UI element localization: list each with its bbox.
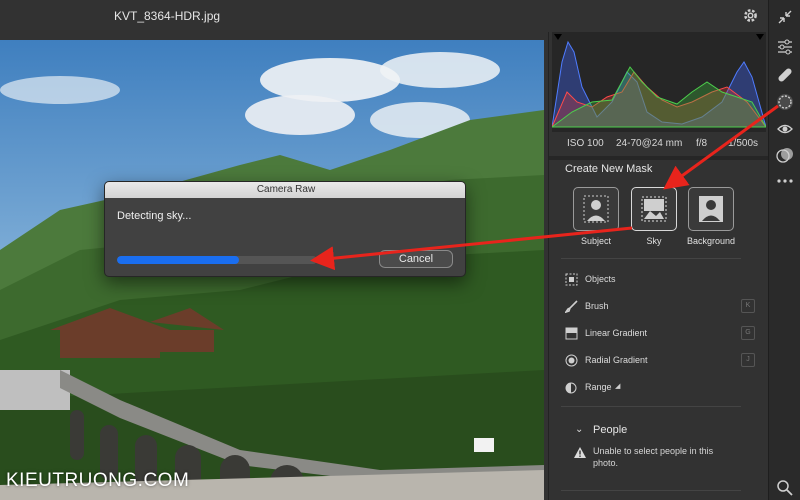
dropdown-corner-icon: ◢ [615, 383, 621, 390]
tool-label: Radial Gradient [585, 355, 648, 365]
histogram [550, 32, 768, 132]
healing-icon[interactable] [776, 66, 794, 84]
red-eye-icon[interactable] [776, 120, 794, 138]
masking-panel: ISO 100 24-70@24 mm f/8 1/500s Create Ne… [548, 32, 769, 500]
radial-gradient-icon [565, 354, 578, 367]
shortcut-key: K [741, 299, 755, 313]
zoom-icon[interactable] [776, 479, 794, 497]
collapse-icon[interactable] [776, 8, 794, 26]
sky-mask-button[interactable] [631, 187, 677, 231]
detecting-sky-dialog: Camera Raw Detecting sky... Cancel [104, 181, 466, 277]
tool-label: Objects [585, 274, 616, 284]
dialog-message: Detecting sky... [117, 210, 192, 222]
exif-iso: ISO 100 [567, 138, 604, 149]
masking-icon[interactable] [776, 93, 794, 111]
people-heading[interactable]: People [593, 424, 627, 436]
subject-mask-button[interactable] [573, 187, 619, 231]
file-title: KVT_8364-HDR.jpg [114, 9, 221, 23]
dialog-title: Camera Raw [105, 182, 465, 198]
background-mask-button[interactable] [688, 187, 734, 231]
divider [561, 490, 741, 491]
sky-mask-icon [641, 196, 667, 222]
tool-label: Range [585, 382, 612, 392]
shortcut-key: G [741, 326, 755, 340]
more-icon[interactable] [776, 172, 794, 190]
tool-linear-gradient[interactable]: Linear Gradient G [561, 325, 757, 343]
tool-label: Brush [585, 301, 609, 311]
people-warning: Unable to select people in this photo. [593, 446, 714, 468]
sky-label: Sky [646, 236, 662, 246]
tool-range[interactable]: Range ◢ [561, 379, 757, 397]
divider [549, 156, 769, 160]
exif-aperture: f/8 [696, 138, 708, 149]
presets-icon[interactable] [776, 146, 794, 164]
tool-label: Linear Gradient [585, 328, 648, 338]
tool-brush[interactable]: Brush K [561, 298, 757, 316]
chevron-down-icon[interactable]: ⌄ [575, 424, 583, 435]
exif-lens: 24-70@24 mm [616, 138, 683, 149]
warning-icon [574, 447, 586, 458]
progress-fill [117, 256, 239, 264]
tool-radial-gradient[interactable]: Radial Gradient J [561, 352, 757, 370]
exif-shutter: 1/500s [728, 138, 759, 149]
subject-mask-icon [583, 195, 609, 223]
cancel-button[interactable]: Cancel [379, 250, 453, 268]
linear-gradient-icon [565, 327, 578, 340]
background-label: Background [686, 236, 736, 246]
tool-strip [768, 0, 800, 500]
progress-bar [117, 256, 317, 264]
background-mask-icon [699, 196, 723, 222]
title-bar: KVT_8364-HDR.jpg [0, 0, 768, 32]
exif-readout: ISO 100 24-70@24 mm f/8 1/500s [549, 134, 769, 154]
tool-objects[interactable]: Objects [561, 271, 757, 289]
divider [561, 258, 741, 259]
gear-icon[interactable] [742, 7, 759, 24]
divider [561, 406, 741, 407]
objects-icon [565, 273, 578, 286]
create-mask-heading: Create New Mask [565, 163, 653, 175]
subject-label: Subject [580, 236, 612, 246]
shortcut-key: J [741, 353, 755, 367]
watermark-text: KIEUTRUONG.COM [6, 470, 190, 491]
brush-icon [565, 300, 578, 313]
sliders-icon[interactable] [776, 38, 794, 56]
range-icon [565, 382, 577, 394]
